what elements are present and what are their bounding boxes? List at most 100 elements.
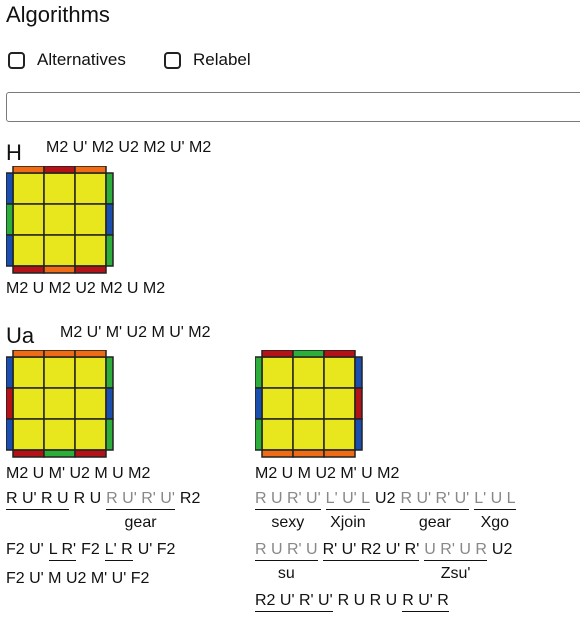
face-sticker xyxy=(74,356,107,389)
case-label-ua: Ua xyxy=(6,323,35,348)
top-side-sticker xyxy=(12,166,45,174)
face-sticker xyxy=(323,356,356,389)
move-group-moves: L' U L xyxy=(474,490,516,510)
top-side-sticker xyxy=(12,350,45,358)
ua-left-line-2: R U' R U R U R U' R' U' gear R2 xyxy=(6,490,200,532)
right-side-sticker xyxy=(105,234,114,267)
move-group-moves: R' U' R2 U' R' xyxy=(322,541,420,561)
relabel-label: Relabel xyxy=(193,50,251,69)
right-side-sticker xyxy=(105,418,114,451)
face-sticker xyxy=(74,234,107,267)
move-group: R' U' R2 U' R' xyxy=(322,541,420,561)
face-sticker xyxy=(43,356,76,389)
bottom-side-sticker xyxy=(43,265,76,274)
move-group-sexy: R U R' U' sexy xyxy=(255,490,321,532)
move-group-su: R U R' U su xyxy=(255,541,318,583)
cube-svg xyxy=(6,166,114,274)
top-side-sticker xyxy=(261,350,294,358)
face-sticker xyxy=(292,387,325,420)
case-label-h: H xyxy=(6,140,22,165)
face-sticker xyxy=(43,234,76,267)
left-side-sticker xyxy=(255,356,263,389)
face-sticker xyxy=(261,418,294,451)
face-sticker xyxy=(43,203,76,236)
right-side-sticker xyxy=(105,172,114,205)
move-group-zsu: U R' U R Zsu' xyxy=(424,541,487,583)
move-group: L' R xyxy=(104,541,133,561)
top-side-sticker xyxy=(43,350,76,358)
bottom-side-sticker xyxy=(261,449,294,458)
ua-cube-diagram-1 xyxy=(6,350,116,460)
relabel-checkbox[interactable] xyxy=(164,51,181,69)
ua-right-line-2: R U R' U' sexy L' U' L Xjoin U2 R U' R' … xyxy=(255,490,521,532)
bottom-side-sticker xyxy=(323,449,356,458)
ua-cube-diagram-2 xyxy=(255,350,365,460)
face-sticker xyxy=(74,203,107,236)
top-side-sticker xyxy=(74,166,107,174)
move-group: R U' R U xyxy=(6,490,69,510)
face-sticker xyxy=(12,234,45,267)
face-sticker xyxy=(12,418,45,451)
move-group-xgo: L' U L Xgo xyxy=(474,490,516,532)
moves-text: U' F2 xyxy=(137,541,176,558)
face-sticker xyxy=(74,172,107,205)
bottom-side-sticker xyxy=(12,449,45,458)
left-side-sticker xyxy=(6,387,14,420)
move-group-label: Zsu' xyxy=(440,565,471,582)
face-sticker xyxy=(292,418,325,451)
move-group-label: Xjoin xyxy=(330,514,366,531)
move-group: L R' xyxy=(48,541,77,561)
h-cube-diagram xyxy=(6,166,116,276)
move-group-label: gear xyxy=(418,514,451,531)
moves-text: F2 xyxy=(81,541,100,558)
move-group-moves: R U' R' U' xyxy=(400,490,470,510)
face-sticker xyxy=(74,387,107,420)
face-sticker xyxy=(261,356,294,389)
ua-left-line-4: F2 U' M U2 M' U' F2 xyxy=(6,570,150,587)
left-side-sticker xyxy=(6,234,14,267)
face-sticker xyxy=(12,172,45,205)
left-side-sticker xyxy=(6,418,14,451)
face-sticker xyxy=(43,172,76,205)
face-sticker xyxy=(12,203,45,236)
moves-text: R U R U xyxy=(337,592,398,609)
ua-alt-alg-left: M2 U M' U2 M U M2 xyxy=(6,465,151,482)
left-side-sticker xyxy=(6,356,14,389)
alternatives-checkbox[interactable] xyxy=(8,51,25,69)
move-group-label: Xgo xyxy=(480,514,510,531)
bottom-side-sticker xyxy=(43,449,76,458)
ua-alt-alg-right: M2 U M U2 M' U M2 xyxy=(255,465,400,482)
face-sticker xyxy=(261,387,294,420)
bottom-side-sticker xyxy=(74,449,107,458)
move-group: R U' R xyxy=(402,592,449,612)
right-side-sticker xyxy=(105,387,114,420)
search-input[interactable] xyxy=(6,92,580,122)
top-side-sticker xyxy=(43,166,76,174)
move-group-gear: R U' R' U' gear xyxy=(400,490,470,532)
right-side-sticker xyxy=(354,418,363,451)
move-group-label: su xyxy=(277,565,295,582)
bottom-side-sticker xyxy=(12,265,45,274)
h-main-alg: M2 U' M2 U2 M2 U' M2 xyxy=(46,139,212,156)
move-group: R2 U' R' U' xyxy=(255,592,333,612)
move-group-moves: R U' R xyxy=(402,592,449,612)
moves-text: U2 xyxy=(491,541,513,558)
face-sticker xyxy=(292,356,325,389)
move-group-gear: R U' R' U' gear xyxy=(106,490,175,532)
bottom-side-sticker xyxy=(292,449,325,458)
move-group-label: sexy xyxy=(271,514,305,531)
alternatives-checkbox-row[interactable]: Alternatives xyxy=(8,50,126,70)
ua-main-alg: M2 U' M' U2 M U' M2 xyxy=(60,324,211,341)
relabel-checkbox-row[interactable]: Relabel xyxy=(164,50,251,70)
cube-svg xyxy=(255,350,363,458)
left-side-sticker xyxy=(6,203,14,236)
right-side-sticker xyxy=(105,203,114,236)
move-group-xjoin: L' U' L Xjoin xyxy=(325,490,371,532)
cube-svg xyxy=(6,350,114,458)
move-group-moves: R U R' U xyxy=(255,541,318,561)
move-group-moves: R U R' U' xyxy=(255,490,321,510)
move-group-label: gear xyxy=(124,514,157,531)
bottom-side-sticker xyxy=(74,265,107,274)
right-side-sticker xyxy=(354,356,363,389)
top-side-sticker xyxy=(74,350,107,358)
